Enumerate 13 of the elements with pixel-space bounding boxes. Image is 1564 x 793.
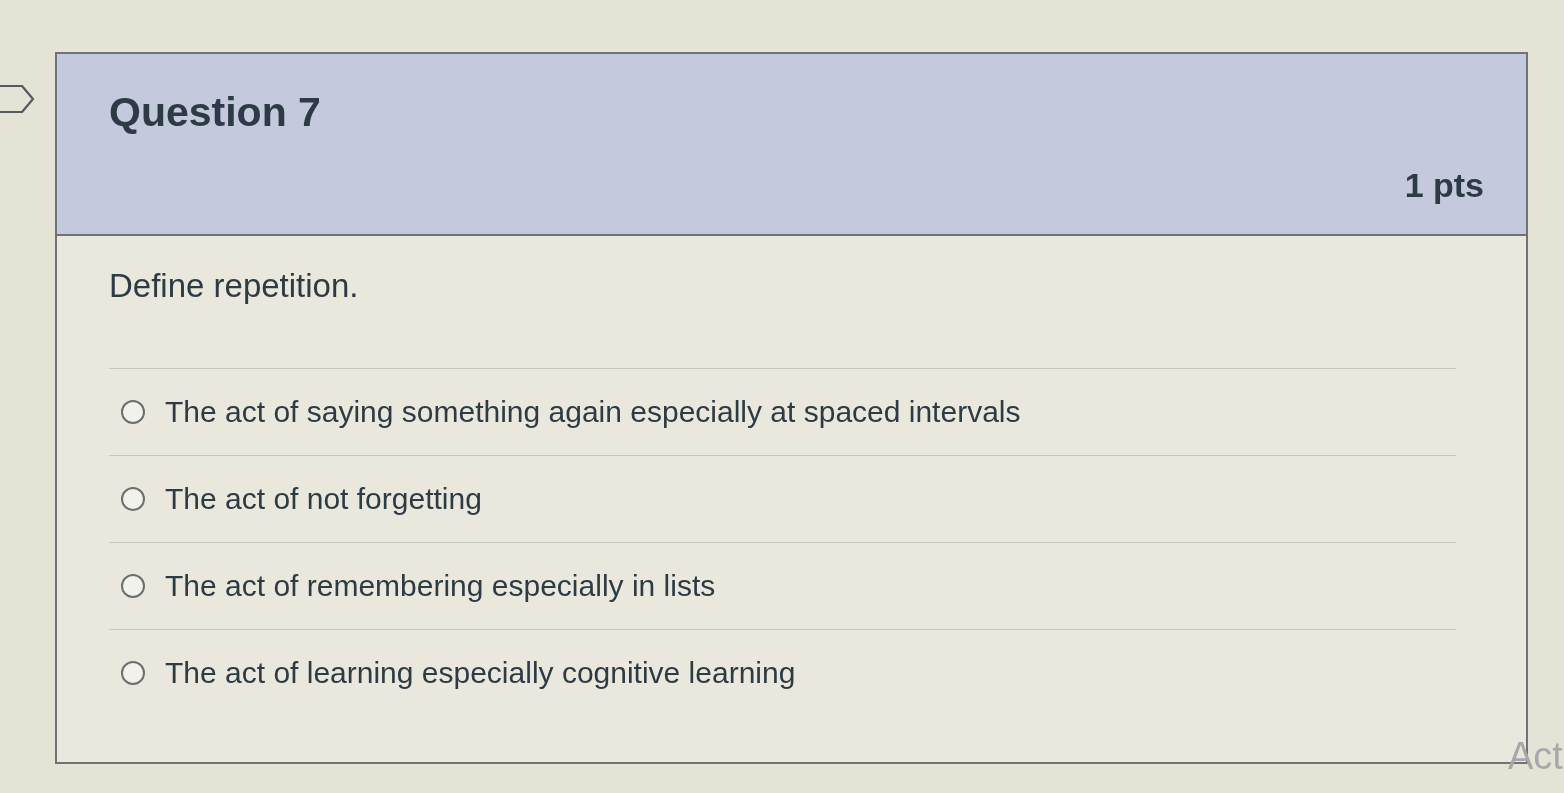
answer-option[interactable]: The act of saying something again especially at spaced intervals xyxy=(109,368,1456,456)
radio-button[interactable] xyxy=(121,660,145,685)
activation-notice: Act xyxy=(1508,735,1563,778)
radio-button[interactable] xyxy=(121,399,145,424)
radio-button[interactable] xyxy=(121,573,145,598)
answer-option[interactable]: The act of not forgetting xyxy=(109,455,1456,543)
radio-button[interactable] xyxy=(121,486,145,511)
question-points: 1 pts xyxy=(1404,166,1484,204)
bookmark-flag-icon[interactable] xyxy=(0,84,36,114)
question-prompt: Define repetition. xyxy=(109,266,359,306)
answer-option[interactable]: The act of remembering especially in lists xyxy=(109,542,1456,630)
question-title: Question 7 xyxy=(109,90,321,136)
answer-option[interactable]: The act of learning especially cognitive learning xyxy=(109,629,1456,716)
